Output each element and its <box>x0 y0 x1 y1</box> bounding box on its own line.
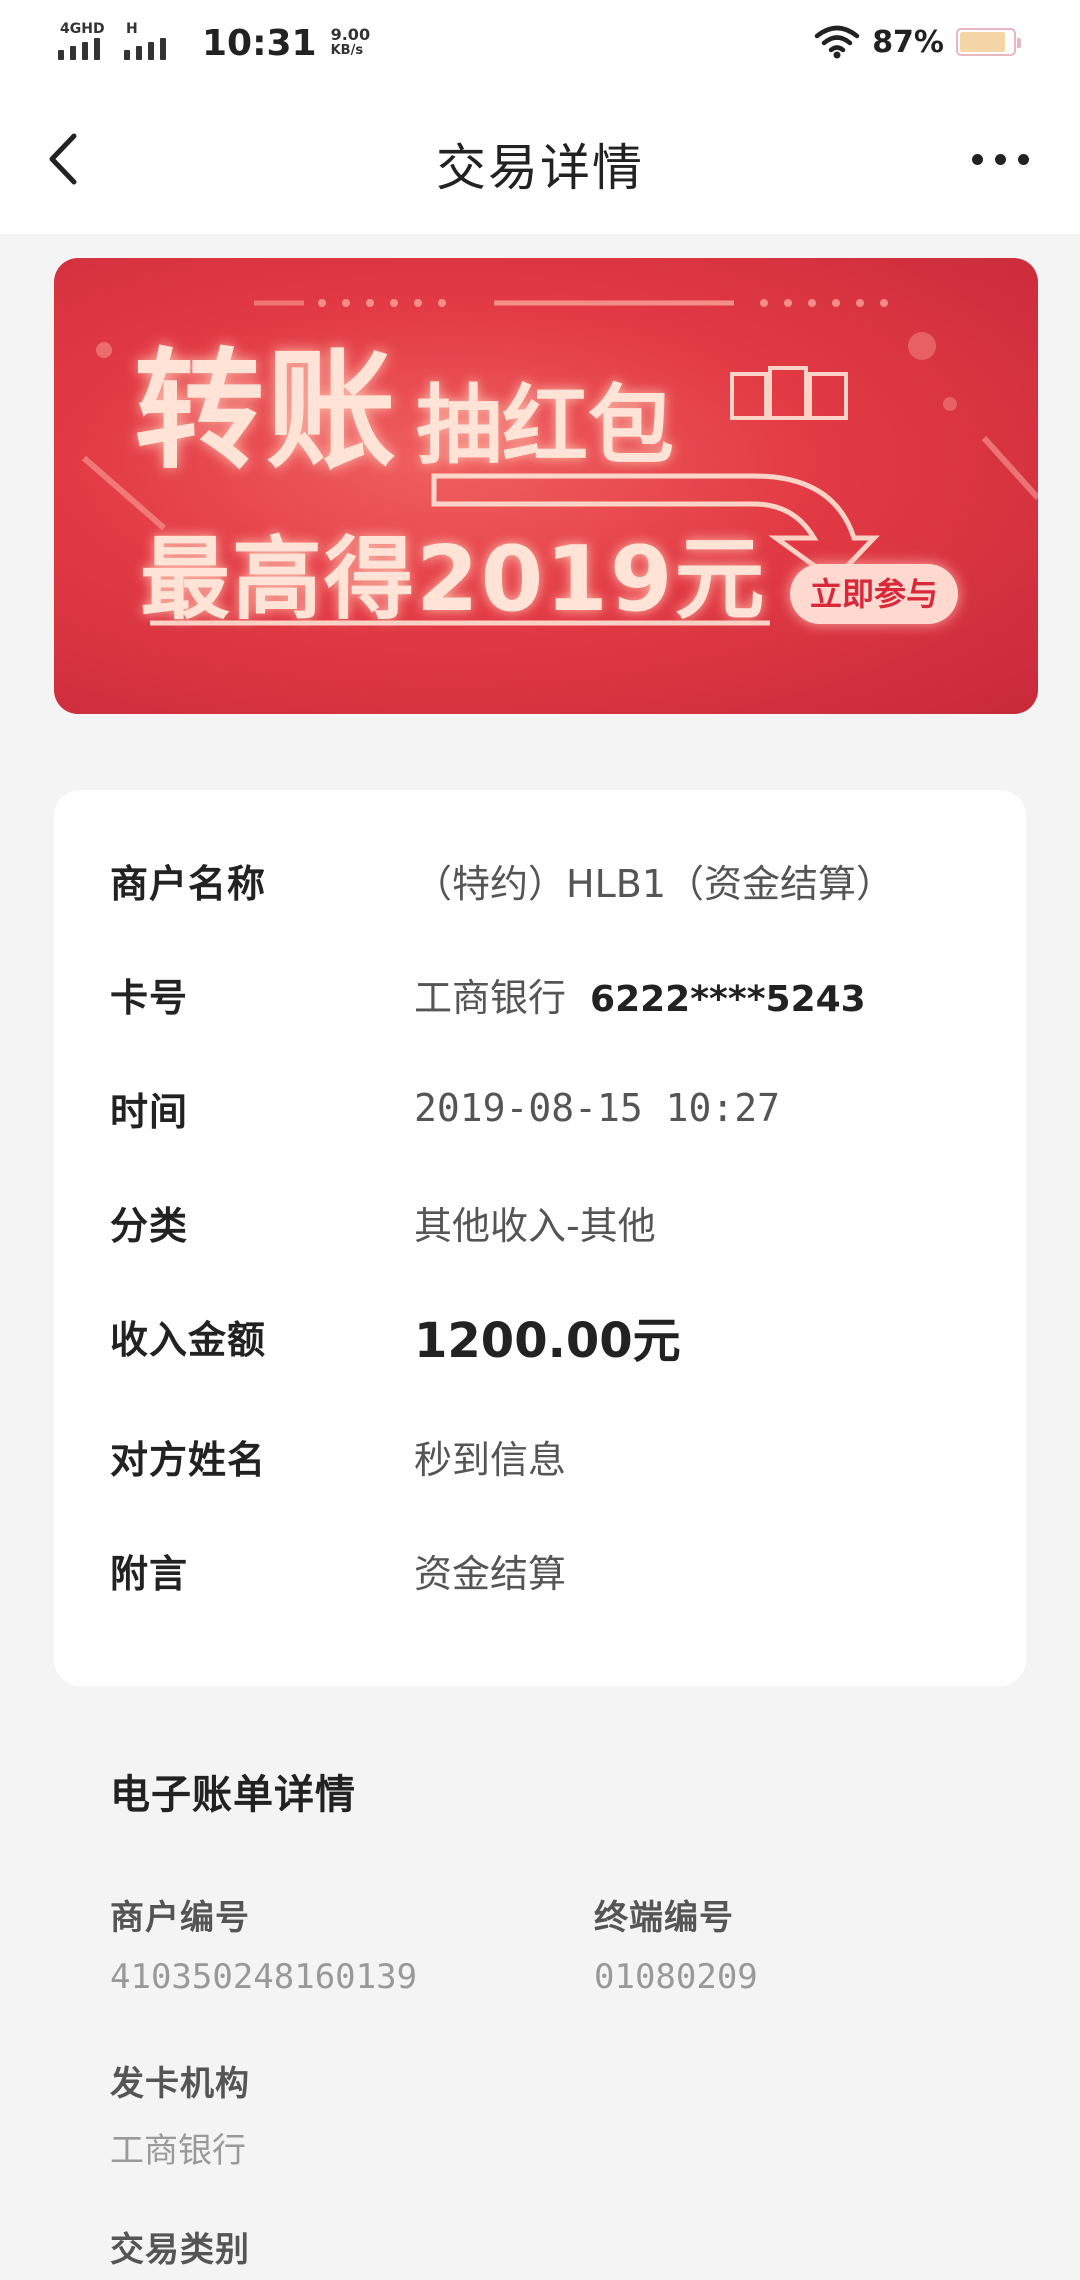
terminal-no-label: 终端编号 <box>594 1898 734 1938</box>
banner-subheadline: 最高得2019元 <box>140 527 767 632</box>
detail-row-note: 附言 资金结算 <box>110 1540 986 1600</box>
more-button[interactable] <box>960 134 1040 184</box>
transaction-detail-card: 商户名称 （特约）HLB1（资金结算） 卡号 工商银行 6222****5243 … <box>54 790 1026 1686</box>
page-title: 交易详情 <box>436 139 644 197</box>
merchant-no-value: 410350248160139 <box>110 1957 418 1997</box>
banner-headline-mid: 抽红包 <box>416 376 675 476</box>
detail-row-category: 分类 其他收入-其他 <box>110 1192 986 1252</box>
card-value: 工商银行 6222****5243 <box>414 967 866 1022</box>
merchant-value: （特约）HLB1（资金结算） <box>414 861 894 906</box>
network-type-label-2: H <box>126 21 138 37</box>
counterparty-label: 对方姓名 <box>110 1437 267 1482</box>
promo-banner[interactable]: 转账 抽红包 最高得2019元 立即参与 <box>54 258 1038 714</box>
more-dot-icon <box>994 153 1006 165</box>
network-speed-unit: KB/s <box>330 43 364 58</box>
terminal-no-value: 01080209 <box>594 1957 758 1997</box>
time-value: 2019-08-15 10:27 <box>414 1086 781 1130</box>
nav-bar: 交易详情 <box>0 86 1080 234</box>
issuer-value: 工商银行 <box>110 2131 246 2171</box>
signal-h-icon: H <box>124 22 190 64</box>
ebill-terminal-no: 终端编号 01080209 <box>594 1890 758 1997</box>
network-speed-value: 9.00 <box>330 25 371 44</box>
join-now-button[interactable]: 立即参与 <box>790 564 958 624</box>
ebill-issuer: 发卡机构 工商银行 <box>110 2056 250 2172</box>
network-speed: 9.00 KB/s <box>331 27 370 59</box>
ebill-txn-type: 交易类别 <box>110 2222 250 2271</box>
merchant-label: 商户名称 <box>110 861 267 906</box>
banner-headline-big: 转账 <box>134 335 399 487</box>
detail-row-counterparty: 对方姓名 秒到信息 <box>110 1426 986 1486</box>
status-time: 10:31 <box>202 22 317 64</box>
battery-fill <box>960 32 1005 52</box>
more-dot-icon <box>971 153 983 165</box>
category-label: 分类 <box>110 1203 189 1248</box>
note-value: 资金结算 <box>414 1551 567 1596</box>
signal-4g-icon: 4GHD <box>58 22 124 64</box>
category-value: 其他收入-其他 <box>414 1203 656 1248</box>
network-type-label: 4GHD <box>60 21 105 37</box>
battery-percent: 87% <box>872 24 944 60</box>
ebill-section-title: 电子账单详情 <box>110 1772 356 1818</box>
status-right: 87% <box>814 22 1021 62</box>
amount-value: 1200.00元 <box>414 1313 681 1369</box>
detail-row-time: 时间 2019-08-15 10:27 <box>110 1078 986 1138</box>
status-left: 4GHD H 10:31 9.00 KB/s <box>58 18 370 68</box>
detail-row-merchant: 商户名称 （特约）HLB1（资金结算） <box>110 850 986 910</box>
merchant-no-label: 商户编号 <box>110 1898 250 1938</box>
counterparty-value: 秒到信息 <box>414 1437 567 1482</box>
time-label: 时间 <box>110 1089 189 1134</box>
battery-icon <box>956 28 1021 56</box>
ebill-merchant-no: 商户编号 410350248160139 <box>110 1890 417 1997</box>
detail-row-amount: 收入金额 1200.00元 <box>110 1306 986 1369</box>
amount-label: 收入金额 <box>110 1317 267 1362</box>
detail-row-card: 卡号 工商银行 6222****5243 <box>110 964 986 1024</box>
more-dot-icon <box>1017 153 1029 165</box>
wifi-icon <box>814 25 860 59</box>
card-label: 卡号 <box>110 975 189 1020</box>
card-number: 6222****5243 <box>590 978 866 1020</box>
card-bank: 工商银行 <box>414 975 567 1020</box>
issuer-label: 发卡机构 <box>110 2064 250 2104</box>
note-label: 附言 <box>110 1551 189 1596</box>
txn-type-label: 交易类别 <box>110 2230 250 2270</box>
status-bar: 4GHD H 10:31 9.00 KB/s 87% <box>0 0 1080 86</box>
banner-headline: 转账 抽红包 <box>134 346 674 476</box>
